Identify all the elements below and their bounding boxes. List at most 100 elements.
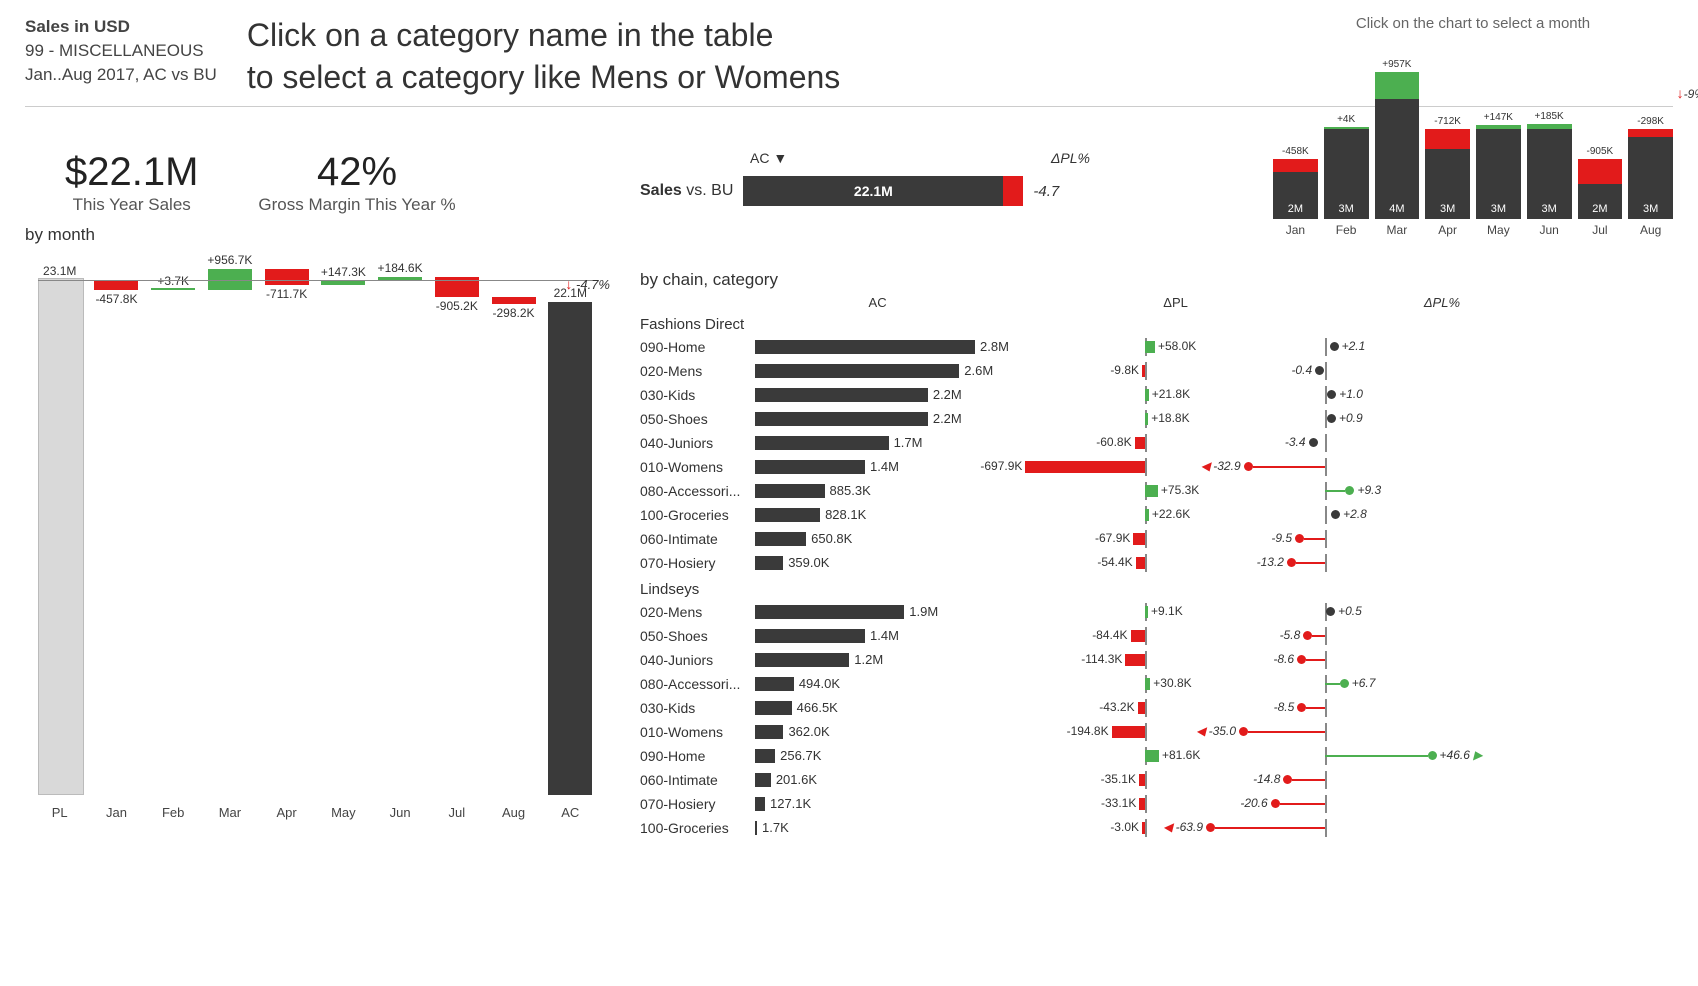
mini-variance-bar	[1628, 129, 1673, 137]
category-name[interactable]: 100-Groceries	[640, 820, 755, 836]
category-name[interactable]: 090-Home	[640, 748, 755, 764]
ac-cell: 2.2M	[755, 386, 1015, 404]
dpl-bar	[1145, 341, 1155, 353]
ac-value: 2.8M	[980, 339, 1009, 354]
title-line2: to select a category like Mens or Womens	[247, 57, 840, 99]
category-name[interactable]: 100-Groceries	[640, 507, 755, 523]
left-column: $22.1M This Year Sales 42% Gross Margin …	[25, 150, 625, 820]
ac-cell: 201.6K	[755, 771, 1015, 789]
ac-value: 2.2M	[933, 387, 962, 402]
table-row: 080-Accessori...885.3K+75.3K+9.3	[640, 479, 1480, 503]
mini-axis-label: Apr	[1438, 223, 1457, 237]
waterfall-bar[interactable]	[321, 281, 365, 284]
dpl-cell: -84.4K	[1015, 627, 1205, 645]
dplp-pin-dot	[1315, 366, 1324, 375]
category-name[interactable]: 010-Womens	[640, 459, 755, 475]
mini-chart[interactable]: 2M-458KJan3M+4KFeb4M+957KMar 3M -712K Apr 3M…	[1273, 37, 1673, 237]
dpl-value: -54.4K	[1097, 555, 1132, 569]
waterfall-bar[interactable]	[94, 280, 138, 290]
title-line1: Click on a category name in the table	[247, 15, 840, 57]
waterfall-bar[interactable]	[265, 269, 309, 285]
mini-side-label: ↓-9%	[1677, 85, 1698, 101]
mini-variance-bar	[1425, 129, 1470, 149]
dpl-cell: +81.6K	[1015, 747, 1205, 765]
dplp-cell: -14.8	[1205, 771, 1465, 789]
mini-month[interactable]: 3M-712KApr	[1425, 67, 1470, 237]
ac-bar	[755, 797, 765, 811]
table-row: 100-Groceries1.7K-3.0K◀ -63.9	[640, 816, 1480, 840]
mini-variance-bar	[1273, 159, 1318, 172]
dplp-value: +0.9	[1339, 411, 1363, 425]
ac-bar	[755, 436, 889, 450]
mini-axis-label: Jul	[1592, 223, 1607, 237]
category-name[interactable]: 030-Kids	[640, 700, 755, 716]
bullet-chart[interactable]: Sales vs. BU 22.1M -4.7	[640, 176, 1070, 206]
waterfall-value-label: +956.7K	[207, 253, 252, 267]
mini-variance-label: -712K	[1434, 116, 1461, 127]
mini-month[interactable]: 3M-298KAug	[1628, 67, 1673, 237]
dpl-cell: -54.4K	[1015, 554, 1205, 572]
mini-month[interactable]: 2M-905KJul	[1578, 67, 1623, 237]
ac-bar	[755, 556, 783, 570]
dplp-cell: +2.1	[1205, 338, 1465, 356]
table-row: 030-Kids466.5K-43.2K-8.5	[640, 696, 1480, 720]
breakdown-headers: AC ΔPL ΔPL%	[640, 295, 1480, 310]
ac-bar	[755, 725, 783, 739]
dplp-pin-line	[1296, 562, 1325, 564]
category-name[interactable]: 040-Juniors	[640, 435, 755, 451]
ac-bar	[755, 773, 771, 787]
category-name[interactable]: 090-Home	[640, 339, 755, 355]
table-row: 100-Groceries828.1K+22.6K+2.8	[640, 503, 1480, 527]
mini-ac-label: 3M	[1643, 203, 1658, 215]
bullet-value: 22.1M	[854, 183, 893, 199]
ac-value: 2.2M	[933, 411, 962, 426]
table-row: 010-Womens1.4M-697.9K◀ -32.9	[640, 455, 1480, 479]
dplp-value: +2.8	[1343, 507, 1367, 521]
mini-variance-label: +957K	[1382, 59, 1411, 70]
mini-month[interactable]: 3M+4KFeb	[1324, 67, 1369, 237]
waterfall-bar[interactable]	[151, 288, 195, 290]
waterfall-bar[interactable]	[38, 278, 84, 795]
category-name[interactable]: 060-Intimate	[640, 531, 755, 547]
category-name[interactable]: 010-Womens	[640, 724, 755, 740]
table-row: 050-Shoes2.2M+18.8K+0.9	[640, 407, 1480, 431]
waterfall-bar[interactable]	[492, 297, 536, 304]
dpl-value: -114.3K	[1081, 652, 1122, 666]
category-name[interactable]: 060-Intimate	[640, 772, 755, 788]
category-name[interactable]: 070-Hosiery	[640, 555, 755, 571]
category-name[interactable]: 020-Mens	[640, 604, 755, 620]
dplp-pin-dot	[1206, 823, 1215, 832]
ac-value: 1.4M	[870, 628, 899, 643]
category-name[interactable]: 030-Kids	[640, 387, 755, 403]
waterfall-axis-label: Jan	[106, 805, 127, 820]
dpl-zero-line	[1145, 651, 1147, 669]
mini-chart-title: Click on the chart to select a month	[1273, 15, 1673, 32]
category-name[interactable]: 050-Shoes	[640, 411, 755, 427]
waterfall-bar[interactable]	[548, 302, 592, 795]
mini-month[interactable]: 3M+147KMay	[1476, 67, 1521, 237]
dpl-value: -84.4K	[1092, 628, 1127, 642]
mini-month[interactable]: 2M-458KJan	[1273, 67, 1318, 237]
ac-value: 1.2M	[854, 652, 883, 667]
category-name[interactable]: 070-Hosiery	[640, 796, 755, 812]
dpl-bar	[1142, 365, 1145, 377]
dpl-value: +75.3K	[1161, 483, 1199, 497]
dpl-zero-line	[1145, 699, 1147, 717]
dpl-value: -60.8K	[1096, 435, 1131, 449]
ac-cell: 650.8K	[755, 530, 1015, 548]
waterfall-value-label: -298.2K	[493, 306, 535, 320]
dplp-pin-line	[1325, 755, 1428, 757]
ac-bar	[755, 821, 757, 835]
mini-month[interactable]: 3M+185KJun	[1527, 67, 1572, 237]
category-name[interactable]: 020-Mens	[640, 363, 755, 379]
waterfall-chart[interactable]: 23.1MPL-457.8KJan+3.7KFeb+956.7KMar-711.…	[25, 250, 605, 820]
category-name[interactable]: 080-Accessori...	[640, 483, 755, 499]
mini-month[interactable]: 4M+957KMar	[1375, 67, 1420, 237]
category-name[interactable]: 050-Shoes	[640, 628, 755, 644]
dpl-bar	[1145, 413, 1148, 425]
mini-variance-bar	[1476, 125, 1521, 129]
category-name[interactable]: 040-Juniors	[640, 652, 755, 668]
waterfall-baseline	[38, 280, 595, 281]
dplp-pin-line	[1215, 827, 1325, 829]
category-name[interactable]: 080-Accessori...	[640, 676, 755, 692]
